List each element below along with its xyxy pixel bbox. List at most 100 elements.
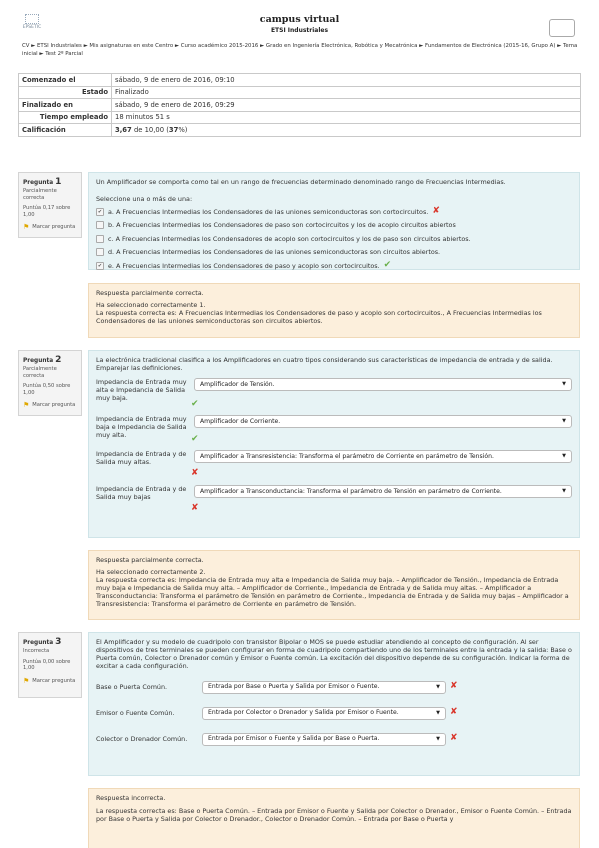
incorrect-icon: ✘ — [191, 503, 199, 513]
question-text: La electrónica tradicional clasifica a l… — [96, 356, 553, 372]
summary-key: Comenzado el — [18, 73, 112, 87]
flag-icon: ⚑ — [23, 401, 30, 410]
match-select[interactable]: Entrada por Colector o Drenador y Salida… — [202, 706, 446, 720]
question-score: Puntúa 0,50 sobre 1,00 — [23, 383, 71, 396]
option-text: d. A Frecuencias Intermedias los Condens… — [108, 248, 441, 257]
match-answer: Amplificador de Corriente. ▼ — [194, 415, 572, 428]
match-row: Impedancia de Entrada muy alta e Impedan… — [96, 378, 572, 417]
site-brand: campus virtual ETSI Industriales — [0, 14, 599, 34]
select-value: Amplificador de Corriente. — [200, 417, 281, 425]
match-label: Colector o Drenador Común. — [96, 735, 188, 743]
summary-value: sábado, 9 de enero de 2016, 09:10 — [111, 73, 581, 87]
checkbox[interactable] — [96, 234, 104, 243]
incorrect-icon: ✘ — [450, 707, 458, 718]
flag-label: Marcar pregunta — [32, 402, 76, 409]
summary-row: Estado Finalizado — [18, 85, 581, 100]
match-label: Emisor o Fuente Común. — [96, 709, 175, 717]
question-feedback: Respuesta incorrecta. La respuesta corre… — [88, 788, 580, 848]
question-info: Pregunta 3 Incorrecta Puntúa 0,00 sobre … — [18, 632, 82, 698]
match-label: Impedancia de Entrada y de Salida muy al… — [96, 450, 187, 466]
match-row: Emisor o Fuente Común. Entrada por Colec… — [96, 704, 572, 722]
checkbox[interactable] — [96, 221, 104, 230]
question-label: Pregunta — [23, 358, 54, 364]
match-select[interactable]: Amplificador a Transresistencia: Transfo… — [194, 450, 572, 463]
question-num: 2 — [55, 355, 62, 365]
flag-question-link[interactable]: ⚑ Marcar pregunta — [23, 402, 77, 409]
question-status: Parcialmente correcta — [23, 366, 57, 379]
user-menu-button[interactable] — [549, 19, 575, 37]
summary-row: Comenzado el sábado, 9 de enero de 2016,… — [18, 73, 581, 87]
select-value: Amplificador a Transresistencia: Transfo… — [200, 452, 494, 460]
match-select[interactable]: Amplificador de Corriente. ▼ — [194, 415, 572, 428]
question-status: Incorrecta — [23, 648, 50, 655]
select-value: Amplificador de Tensión. — [200, 380, 275, 388]
match-label: Impedancia de Entrada y de Salida muy ba… — [96, 485, 187, 501]
grade-value: 3,67 de 10,00 (37%) — [111, 123, 581, 137]
question-number: Pregunta 1 — [23, 177, 77, 188]
answer-prompt: Seleccione una o más de una: — [96, 195, 193, 203]
feedback-title: Respuesta parcialmente correcta. — [96, 289, 204, 297]
checkbox[interactable] — [96, 248, 104, 257]
question-feedback: Respuesta parcialmente correcta. Ha sele… — [88, 550, 580, 620]
question-num: 3 — [55, 637, 62, 647]
chevron-down-icon: ▼ — [562, 418, 566, 425]
feedback-answer: La respuesta correcta es: A Frecuencias … — [96, 309, 542, 325]
flag-question-link[interactable]: ⚑ Marcar pregunta — [23, 677, 77, 685]
answer-option[interactable]: ✔ e. A Frecuencias Intermedias los Conde… — [96, 259, 572, 273]
checkbox-checked[interactable]: ✔ — [96, 261, 104, 270]
summary-value: sábado, 9 de enero de 2016, 09:29 — [111, 98, 581, 112]
site-subtitle: ETSI Industriales — [270, 26, 329, 34]
grade-suffix: %) — [178, 125, 188, 134]
chevron-down-icon: ▼ — [436, 709, 440, 716]
feedback-answer: La respuesta correcta es: Impedancia de … — [96, 576, 569, 608]
match-label: Base o Puerta Común. — [96, 683, 168, 691]
answer-option[interactable]: c. A Frecuencias Intermedias los Condens… — [96, 232, 572, 246]
feedback-count: Ha seleccionado correctamente 1. — [96, 301, 206, 309]
answer-option[interactable]: d. A Frecuencias Intermedias los Condens… — [96, 246, 572, 260]
chevron-down-icon: ▼ — [562, 453, 566, 460]
answer-options: ✔ a. A Frecuencias Intermedias los Conde… — [96, 205, 572, 273]
question-label: Pregunta — [23, 180, 54, 186]
match-select[interactable]: Amplificador a Transconductancia: Transf… — [194, 485, 572, 498]
match-list: Impedancia de Entrada muy alta e Impedan… — [96, 378, 572, 513]
select-value: Entrada por Emisor o Fuente y Salida por… — [208, 735, 380, 743]
match-answer: Amplificador a Transconductancia: Transf… — [194, 485, 572, 498]
answer-option[interactable]: ✔ a. A Frecuencias Intermedias los Conde… — [96, 205, 572, 219]
select-value: Entrada por Base o Puerta y Salida por E… — [208, 683, 380, 691]
chevron-down-icon: ▼ — [436, 683, 440, 690]
checkbox-checked[interactable]: ✔ — [96, 207, 104, 216]
flag-question-link[interactable]: ⚑ Marcar pregunta — [23, 224, 77, 231]
select-value: Entrada por Colector o Drenador y Salida… — [208, 709, 399, 717]
incorrect-icon: ✘ — [191, 468, 199, 478]
match-row: Base o Puerta Común. Entrada por Base o … — [96, 678, 572, 696]
question-info: Pregunta 2 Parcialmente correcta Puntúa … — [18, 350, 82, 416]
question-num: 1 — [55, 177, 62, 187]
summary-row: Tiempo empleado 18 minutos 51 s — [18, 110, 581, 125]
match-select[interactable]: Entrada por Base o Puerta y Salida por E… — [202, 680, 446, 694]
grade-percent: 37 — [168, 125, 179, 134]
summary-key: Estado — [18, 85, 112, 100]
question-content: El Amplificador y su modelo de cuadripol… — [88, 632, 580, 776]
flag-icon: ⚑ — [23, 223, 30, 232]
question-status: Parcialmente correcta — [23, 188, 57, 201]
chevron-down-icon: ▼ — [562, 488, 566, 495]
summary-value: 18 minutos 51 s — [111, 110, 581, 125]
match-label: Impedancia de Entrada muy baja e Impedan… — [96, 415, 187, 439]
option-text: c. A Frecuencias Intermedias los Condens… — [108, 234, 471, 243]
question-number: Pregunta 3 — [23, 637, 77, 648]
match-select[interactable]: Entrada por Emisor o Fuente y Salida por… — [202, 732, 446, 746]
match-select[interactable]: Amplificador de Tensión. ▼ — [194, 378, 572, 391]
match-label: Impedancia de Entrada muy alta e Impedan… — [96, 378, 187, 402]
summary-key: Tiempo empleado — [18, 110, 112, 125]
question-info: Pregunta 1 Parcialmente correcta Puntúa … — [18, 172, 82, 238]
breadcrumb[interactable]: CV ► ETSI Industriales ► Mis asignaturas… — [22, 43, 578, 59]
question-text: El Amplificador y su modelo de cuadripol… — [96, 638, 572, 670]
correct-icon: ✔ — [191, 434, 199, 444]
question-number: Pregunta 2 — [23, 355, 77, 366]
question-feedback: Respuesta parcialmente correcta. Ha sele… — [88, 283, 580, 338]
feedback-answer: La respuesta correcta es: Base o Puerta … — [96, 807, 572, 823]
question-score: Puntúa 0,17 sobre 1,00 — [23, 205, 71, 218]
answer-option[interactable]: b. A Frecuencias Intermedias los Condens… — [96, 219, 572, 233]
question-content: La electrónica tradicional clasifica a l… — [88, 350, 580, 538]
summary-row: Calificación 3,67 de 10,00 (37%) — [18, 123, 581, 137]
